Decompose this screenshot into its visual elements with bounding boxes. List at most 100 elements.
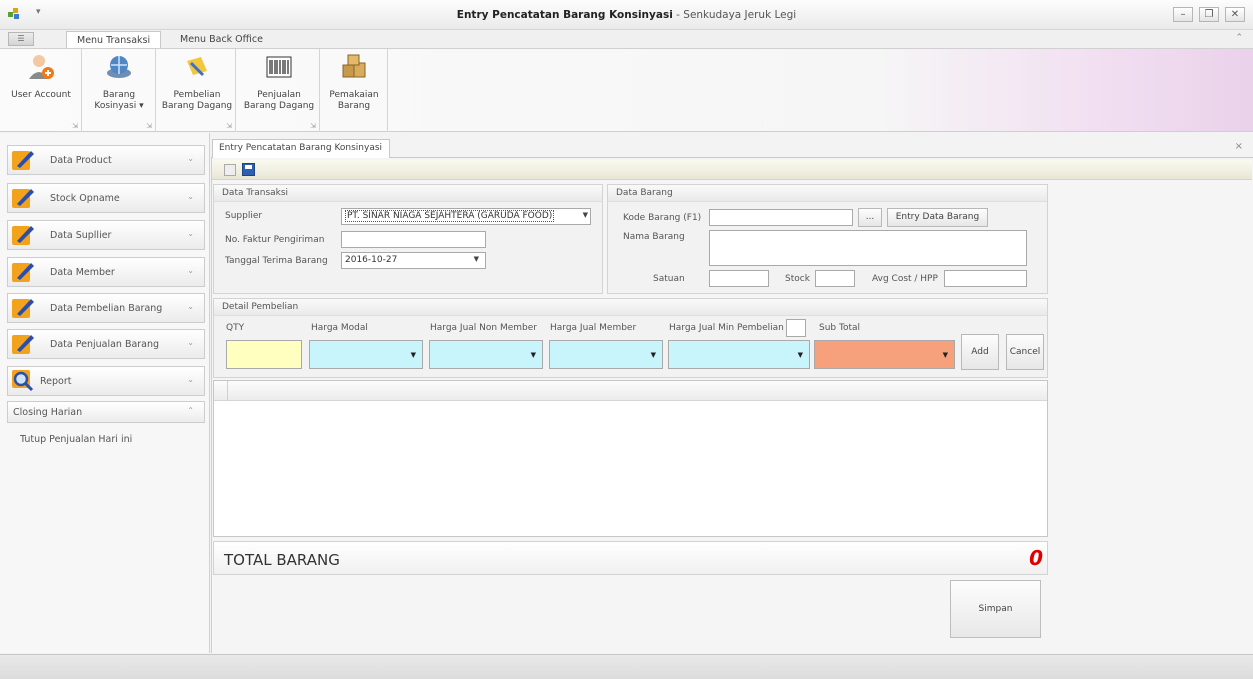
- group-launcher-icon[interactable]: ⇲: [310, 122, 316, 130]
- pencil-icon: [12, 226, 34, 245]
- qty-input[interactable]: [226, 340, 302, 369]
- avg-cost-input[interactable]: [944, 270, 1027, 287]
- pencil-icon: [12, 299, 34, 318]
- ribbon-tab-strip: ☰ Menu Transaksi Menu Back Office ⌃: [0, 30, 1253, 48]
- kode-barang-input[interactable]: [709, 209, 853, 226]
- chevron-down-icon: ⌄: [187, 154, 194, 163]
- group-launcher-icon[interactable]: ⇲: [72, 122, 78, 130]
- tab-menu-back-office[interactable]: Menu Back Office: [170, 31, 273, 48]
- document-toolbar: [212, 160, 1252, 180]
- dropdown-arrow-icon: ▼: [530, 351, 536, 359]
- browse-barang-button[interactable]: ...: [858, 208, 882, 227]
- harga-non-member-combo[interactable]: ▼: [429, 340, 543, 369]
- minimize-button[interactable]: –: [1173, 7, 1193, 22]
- dropdown-arrow-icon: ▼: [473, 255, 479, 263]
- penjualan-barang-dagang-button[interactable]: Penjualan Barang Dagang: [240, 53, 318, 112]
- file-menu-button[interactable]: ☰: [8, 32, 34, 46]
- detail-grid[interactable]: [213, 380, 1048, 537]
- close-document-icon[interactable]: ×: [1235, 141, 1243, 152]
- nama-barang-label: Nama Barang: [623, 232, 685, 242]
- nav-data-penjualan-barang[interactable]: Data Penjualan Barang ⌄: [7, 329, 205, 359]
- window-title: Entry Pencatatan Barang Konsinyasi - Sen…: [0, 9, 1253, 21]
- navigation-pane: Data Product ⌄ Stock Opname ⌄ Data Supll…: [0, 133, 210, 653]
- harga-modal-label: Harga Modal: [311, 323, 368, 333]
- faktur-label: No. Faktur Pengiriman: [225, 235, 325, 245]
- harga-member-combo[interactable]: ▼: [549, 340, 663, 369]
- ribbon-collapse-icon[interactable]: ⌃: [1235, 33, 1243, 43]
- grid-row-selector[interactable]: [214, 381, 228, 401]
- save-icon[interactable]: [242, 163, 255, 176]
- tab-menu-transaksi[interactable]: Menu Transaksi: [66, 31, 162, 48]
- tab-entry-pencatatan[interactable]: Entry Pencatatan Barang Konsinyasi: [212, 139, 390, 158]
- barcode-icon: [266, 56, 292, 78]
- supplier-label: Supplier: [225, 211, 263, 221]
- harga-member-label: Harga Jual Member: [550, 323, 637, 333]
- ribbon: User Account ⇲ Barang Kosinyasi ▾ ⇲ Pemb…: [0, 48, 1253, 132]
- nav-label: Data Pembelian Barang: [50, 303, 163, 314]
- nav-report[interactable]: Report ⌄: [7, 366, 205, 396]
- harga-min-combo[interactable]: ▼: [668, 340, 810, 369]
- nav-label: Data Product: [50, 155, 112, 166]
- pencil-icon: [12, 189, 34, 208]
- grid-header: [214, 381, 1047, 401]
- chevron-down-icon: ⌄: [187, 192, 194, 201]
- nav-data-product[interactable]: Data Product ⌄: [7, 145, 205, 175]
- dropdown-arrow-icon: ▼: [582, 211, 588, 219]
- user-add-icon: [29, 55, 54, 79]
- nav-label: Data Member: [50, 267, 115, 278]
- pemakaian-label-2: Barang: [337, 101, 371, 111]
- total-bar: TOTAL BARANG 0: [213, 541, 1048, 575]
- data-barang-panel: Data Barang Kode Barang (F1) ... Entry D…: [607, 184, 1048, 294]
- dropdown-arrow-icon: ▼: [942, 351, 948, 359]
- penjualan-label-1: Penjualan: [257, 90, 301, 100]
- new-icon[interactable]: [224, 164, 236, 176]
- restore-button[interactable]: ❐: [1199, 7, 1219, 22]
- pemakaian-barang-button[interactable]: Pemakaian Barang: [324, 53, 384, 112]
- chevron-up-icon: ⌃: [187, 406, 194, 415]
- nav-closing-harian[interactable]: Closing Harian ⌃: [7, 401, 205, 423]
- ribbon-group-penjualan: Penjualan Barang Dagang ⇲: [236, 49, 320, 132]
- faktur-input[interactable]: [341, 231, 486, 248]
- simpan-button[interactable]: Simpan: [950, 580, 1041, 638]
- nav-stock-opname[interactable]: Stock Opname ⌄: [7, 183, 205, 213]
- close-button[interactable]: ✕: [1225, 7, 1245, 22]
- stock-label: Stock: [785, 274, 810, 284]
- entry-data-barang-button[interactable]: Entry Data Barang: [887, 208, 988, 227]
- nav-label: Data Supllier: [50, 230, 112, 241]
- add-button[interactable]: Add: [961, 334, 999, 370]
- title-bar: ▾ Entry Pencatatan Barang Konsinyasi - S…: [0, 0, 1253, 30]
- pencil-icon: [12, 263, 34, 282]
- harga-modal-combo[interactable]: ▼: [309, 340, 423, 369]
- group-launcher-icon[interactable]: ⇲: [146, 122, 152, 130]
- stock-input[interactable]: [815, 270, 855, 287]
- chevron-down-icon: ⌄: [187, 266, 194, 275]
- nav-data-member[interactable]: Data Member ⌄: [7, 257, 205, 287]
- barang-konsinyasi-label-1: Barang: [102, 90, 136, 100]
- tanggal-picker[interactable]: 2016-10-27 ▼: [341, 252, 486, 269]
- harga-min-qty-input[interactable]: [786, 319, 806, 337]
- nama-barang-input[interactable]: [709, 230, 1027, 266]
- status-bar: [0, 654, 1253, 679]
- nav-data-pembelian-barang[interactable]: Data Pembelian Barang ⌄: [7, 293, 205, 323]
- purchase-icon: [187, 57, 207, 77]
- barang-konsinyasi-button[interactable]: Barang Kosinyasi ▾: [86, 53, 152, 112]
- nav-data-supplier[interactable]: Data Supllier ⌄: [7, 220, 205, 250]
- pencil-icon: [12, 335, 34, 354]
- ribbon-group-user: User Account ⇲: [0, 49, 82, 132]
- user-account-button[interactable]: User Account: [4, 53, 78, 101]
- supplier-value: PT. SINAR NIAGA SEJAHTERA (GARUDA FOOD): [345, 210, 555, 222]
- total-barang-label: TOTAL BARANG: [224, 551, 340, 569]
- subtotal-combo[interactable]: ▼: [814, 340, 955, 369]
- window-title-main: Entry Pencatatan Barang Konsinyasi: [456, 9, 673, 21]
- supplier-combo[interactable]: PT. SINAR NIAGA SEJAHTERA (GARUDA FOOD) …: [341, 208, 591, 225]
- data-transaksi-header: Data Transaksi: [214, 185, 602, 202]
- tanggal-value: 2016-10-27: [345, 255, 398, 265]
- group-launcher-icon[interactable]: ⇲: [226, 122, 232, 130]
- pemakaian-label-1: Pemakaian: [329, 90, 379, 100]
- nav-tutup-penjualan[interactable]: Tutup Penjualan Hari ini: [20, 434, 132, 445]
- satuan-input[interactable]: [709, 270, 769, 287]
- chevron-down-icon: ⌄: [187, 375, 194, 384]
- dropdown-arrow-icon: ▼: [797, 351, 803, 359]
- pembelian-barang-dagang-button[interactable]: Pembelian Barang Dagang: [160, 53, 234, 112]
- cancel-button[interactable]: Cancel: [1006, 334, 1044, 370]
